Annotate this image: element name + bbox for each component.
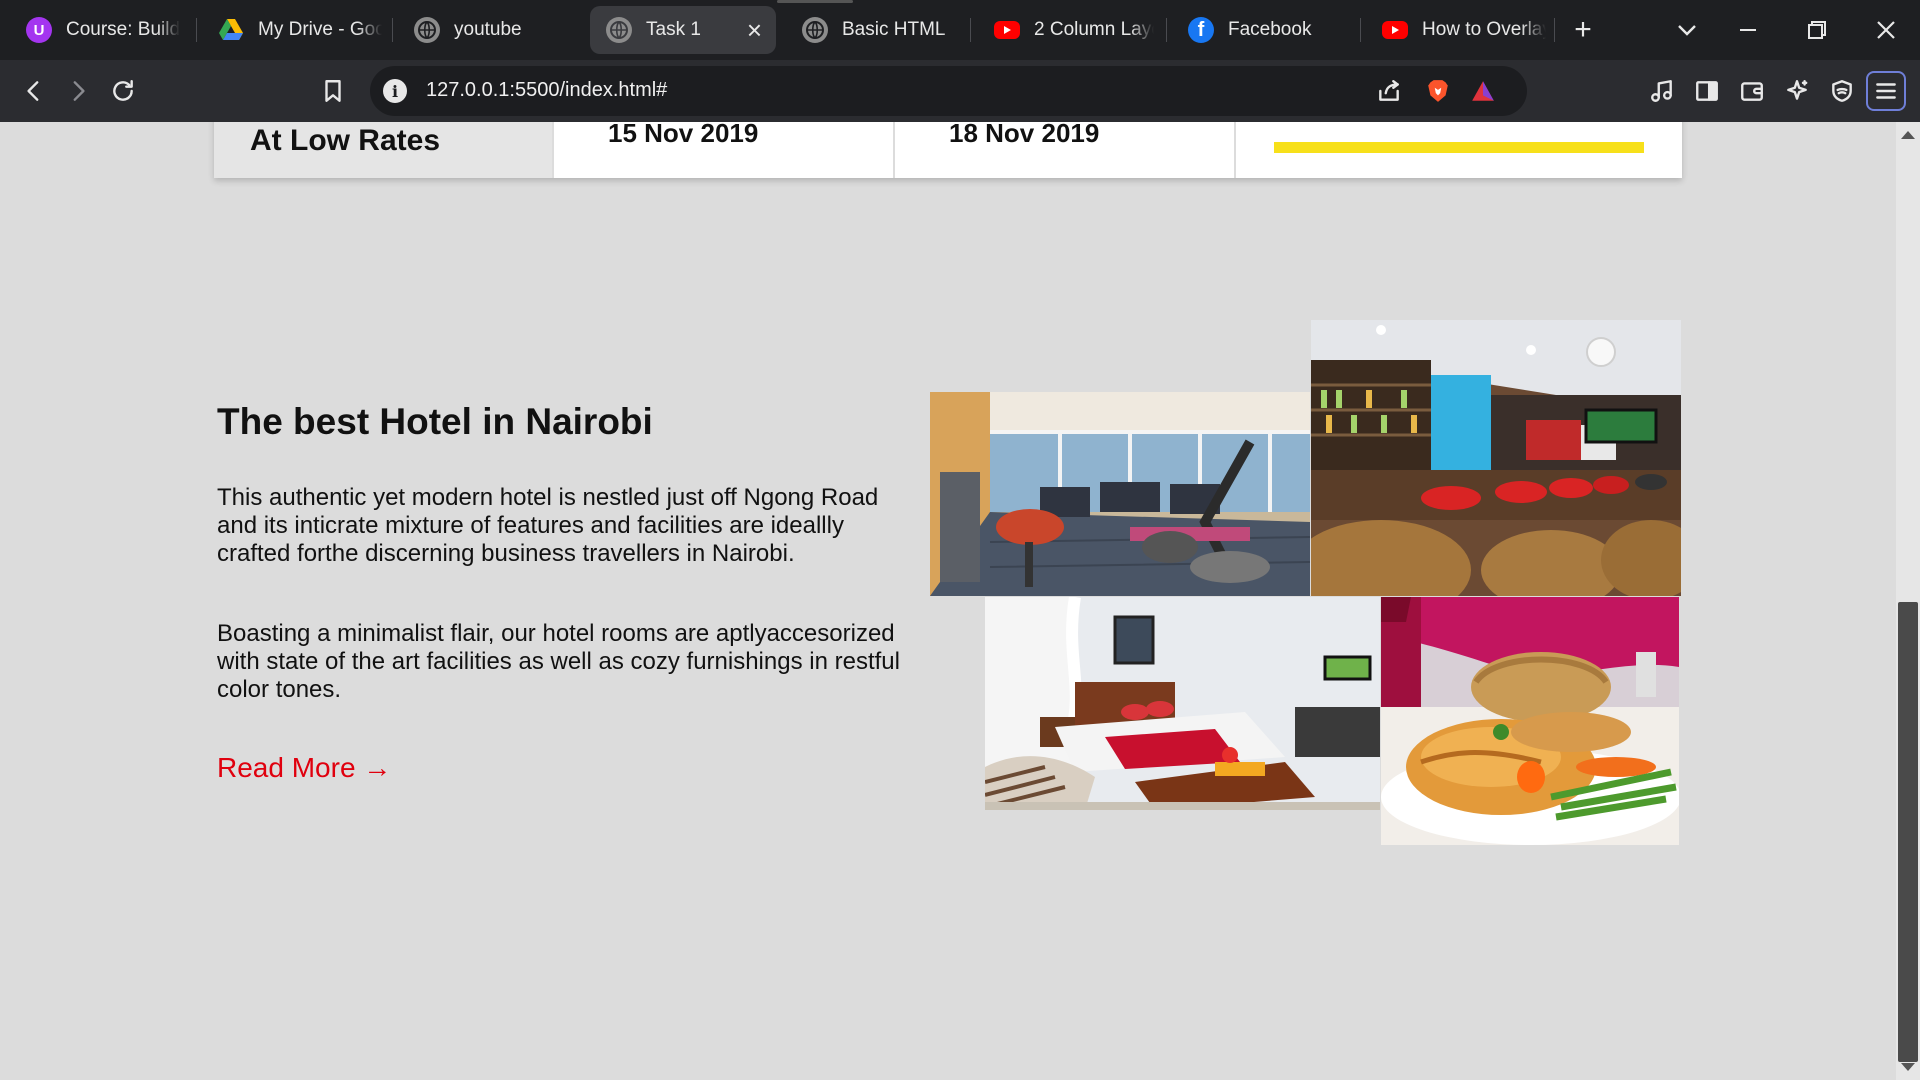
- food-photo: [1381, 597, 1679, 845]
- brave-shields-button[interactable]: [1418, 71, 1458, 111]
- tab-how-to-overlay[interactable]: How to Overlay: [1366, 6, 1546, 54]
- sidebar-icon: [1696, 81, 1718, 101]
- sparkle-icon: [1787, 80, 1808, 100]
- bookmark-button[interactable]: [313, 71, 353, 111]
- tab-separator: [1554, 18, 1555, 42]
- booking-heading: At Low Rates: [250, 124, 441, 157]
- forward-arrow-icon: [73, 81, 85, 101]
- hamburger-menu-icon: [1876, 83, 1896, 99]
- globe-icon: [802, 17, 828, 43]
- tab-youtube[interactable]: youtube: [398, 6, 578, 54]
- sidebar-button[interactable]: [1687, 71, 1727, 111]
- globe-icon: [606, 17, 632, 43]
- checkout-cell[interactable]: 18 Nov 2019: [895, 122, 1236, 178]
- tab-separator: [1360, 18, 1361, 42]
- back-button[interactable]: [14, 71, 54, 111]
- tab-separator: [970, 18, 971, 42]
- scroll-up-arrow-icon[interactable]: [1901, 131, 1915, 139]
- browser-toolbar: i 127.0.0.1:5500/index.html#: [0, 60, 1920, 122]
- checkin-date[interactable]: 15 Nov 2019: [608, 122, 758, 149]
- booking-action-cell: [1236, 122, 1682, 178]
- tab-separator: [196, 18, 197, 42]
- share-icon: [1379, 80, 1399, 101]
- about-paragraph-1: This authentic yet modern hotel is nestl…: [217, 484, 879, 567]
- bookmark-icon: [325, 80, 341, 102]
- reload-button[interactable]: [103, 71, 143, 111]
- leo-ai-button[interactable]: [1777, 71, 1817, 111]
- restore-window-icon[interactable]: [1797, 10, 1837, 50]
- page-viewport: At Low Rates 15 Nov 2019 18 Nov 2019 The…: [0, 122, 1896, 1080]
- tab-my-drive[interactable]: My Drive - Goo: [202, 6, 382, 54]
- share-button[interactable]: [1369, 71, 1409, 111]
- scroll-down-arrow-icon[interactable]: [1901, 1063, 1915, 1071]
- google-drive-icon: [218, 17, 244, 43]
- forward-button[interactable]: [58, 71, 98, 111]
- booking-heading-cell: At Low Rates: [214, 122, 554, 178]
- reload-icon: [113, 80, 133, 101]
- booking-strip: At Low Rates 15 Nov 2019 18 Nov 2019: [214, 122, 1682, 178]
- tab-loading-indicator: [777, 0, 853, 3]
- checkout-date[interactable]: 18 Nov 2019: [949, 122, 1099, 149]
- globe-icon: [414, 17, 440, 43]
- facebook-icon: f: [1188, 17, 1214, 43]
- tab-search-chevron-icon[interactable]: [1667, 10, 1707, 50]
- wallet-icon: [1741, 82, 1763, 101]
- wallet-button[interactable]: [1732, 71, 1772, 111]
- media-button[interactable]: [1642, 71, 1682, 111]
- url-text[interactable]: 127.0.0.1:5500/index.html#: [426, 79, 667, 102]
- read-more-link[interactable]: Read More →: [217, 752, 391, 784]
- udemy-icon: U: [26, 17, 52, 43]
- main-menu-button[interactable]: [1866, 71, 1906, 111]
- back-arrow-icon: [27, 81, 39, 101]
- tab-course[interactable]: U Course: Build R: [10, 6, 180, 54]
- brave-rewards-button[interactable]: [1463, 71, 1503, 111]
- minimize-window-icon[interactable]: [1728, 10, 1768, 50]
- youtube-icon: [994, 21, 1020, 39]
- tab-task-1[interactable]: Task 1 ×: [590, 6, 776, 54]
- music-note-icon: [1651, 80, 1672, 102]
- site-info-icon[interactable]: i: [383, 79, 407, 103]
- about-title: The best Hotel in Nairobi: [217, 401, 653, 442]
- checkin-cell[interactable]: 15 Nov 2019: [554, 122, 895, 178]
- about-paragraph-2: Boasting a minimalist flair, our hotel r…: [217, 620, 900, 703]
- brave-lion-icon: [1428, 80, 1448, 102]
- bedroom-photo: [985, 597, 1380, 810]
- close-window-icon[interactable]: [1866, 10, 1906, 50]
- shield-icon: [1832, 80, 1852, 102]
- close-tab-icon[interactable]: ×: [747, 16, 762, 44]
- browser-tab-bar: U Course: Build R My Drive - Goo youtube…: [0, 0, 1920, 60]
- gym-photo: [930, 392, 1310, 596]
- page-scrollbar[interactable]: [1896, 122, 1920, 1080]
- scrollbar-thumb[interactable]: [1898, 602, 1918, 1062]
- tab-basic-html[interactable]: Basic HTML: [786, 6, 966, 54]
- tab-separator: [392, 18, 393, 42]
- new-tab-button[interactable]: +: [1563, 10, 1603, 50]
- tab-facebook[interactable]: f Facebook: [1172, 6, 1348, 54]
- book-now-button[interactable]: [1274, 142, 1644, 153]
- bar-photo: [1311, 320, 1681, 596]
- youtube-icon: [1382, 21, 1408, 39]
- brave-rewards-icon: [1472, 81, 1494, 101]
- address-bar[interactable]: i 127.0.0.1:5500/index.html#: [370, 66, 1527, 116]
- vpn-button[interactable]: [1822, 71, 1862, 111]
- tab-separator: [1166, 18, 1167, 42]
- tab-2-column-layout[interactable]: 2 Column Layo: [978, 6, 1154, 54]
